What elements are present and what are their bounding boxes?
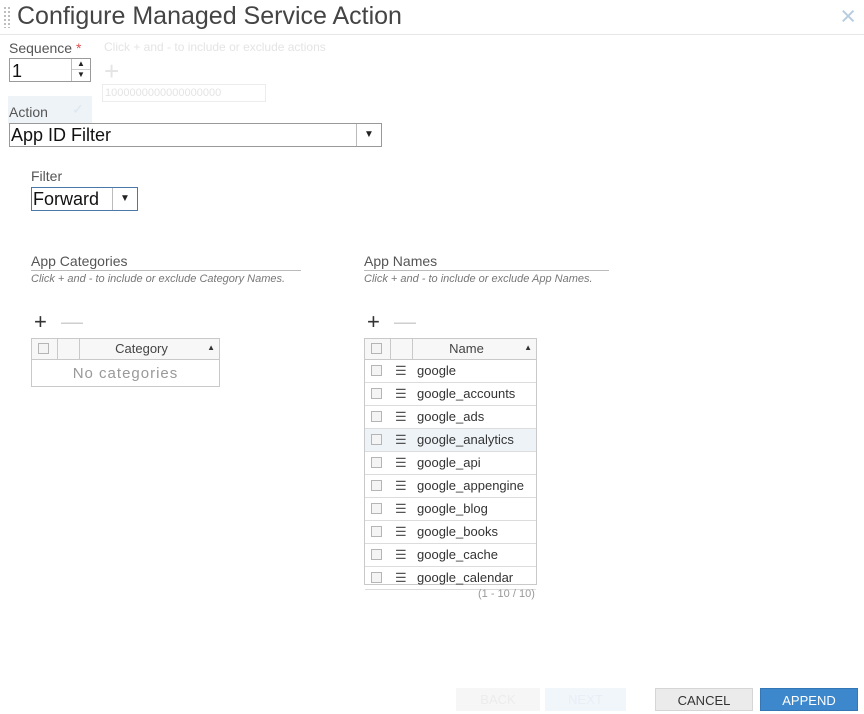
filter-label: Filter [31, 168, 63, 184]
app-name-cell: google_blog [417, 501, 488, 516]
drag-column-header [58, 339, 80, 359]
app-names-rows: ☰ google ☰ google_accounts ☰ google_ads ☰ googl… [365, 360, 536, 590]
drag-handle-icon[interactable]: ☰ [395, 433, 407, 446]
stepper-down-icon[interactable]: ▼ [72, 70, 90, 81]
select-all-checkbox[interactable] [38, 343, 49, 354]
app-name-cell: google_api [417, 455, 481, 470]
table-row[interactable]: ☰ google_calendar [365, 567, 536, 590]
drag-handle-icon[interactable]: ☰ [395, 479, 407, 492]
select-all-cell [365, 339, 391, 359]
remove-category-icon[interactable]: — [61, 311, 83, 333]
chevron-down-icon[interactable]: ▼ [112, 188, 137, 210]
drag-handle-icon[interactable]: ☰ [395, 525, 407, 538]
chevron-down-icon[interactable]: ▼ [356, 124, 381, 146]
sequence-label: Sequence * [9, 40, 81, 56]
row-checkbox[interactable] [371, 365, 382, 376]
add-app-name-icon[interactable]: + [367, 311, 380, 333]
filter-value: Forward [33, 189, 100, 209]
required-icon: * [75, 40, 82, 56]
table-row[interactable]: ☰ google_api [365, 452, 536, 475]
select-all-checkbox[interactable] [371, 343, 382, 354]
drag-handle-icon[interactable]: ☰ [395, 456, 407, 469]
drag-handle-icon[interactable]: ☰ [395, 387, 407, 400]
next-button[interactable]: NEXT [545, 688, 626, 711]
app-categories-hint: Click + and - to include or exclude Cate… [31, 273, 286, 285]
name-column-header[interactable]: Name [413, 341, 520, 356]
sequence-value[interactable]: 1 [12, 61, 22, 82]
background-check-icon: ✓ [72, 101, 84, 117]
app-name-cell: google_ads [417, 409, 485, 424]
action-label: Action [9, 104, 48, 120]
close-icon[interactable]: × [840, 3, 856, 30]
sequence-stepper[interactable]: 1 ▲ ▼ [9, 58, 91, 82]
action-value: App ID Filter [11, 125, 112, 145]
drag-handle-icon[interactable]: ☰ [395, 364, 407, 377]
app-name-cell: google_appengine [417, 478, 524, 493]
app-names-hint: Click + and - to include or exclude App … [364, 273, 593, 285]
drag-handle-icon[interactable] [3, 6, 11, 28]
table-row[interactable]: ☰ google_ads [365, 406, 536, 429]
sort-ascending-icon[interactable]: ▲ [524, 343, 532, 352]
remove-app-name-icon[interactable]: — [394, 311, 416, 333]
app-name-cell: google_books [417, 524, 498, 539]
dialog-title: Configure Managed Service Action [17, 2, 402, 30]
app-name-cell: google_analytics [417, 432, 514, 447]
table-row[interactable]: ☰ google_appengine [365, 475, 536, 498]
app-names-title: App Names [364, 253, 609, 271]
background-add-icon: + [104, 56, 120, 86]
cancel-button[interactable]: CANCEL [655, 688, 753, 711]
app-name-cell: google_accounts [417, 386, 516, 401]
category-column-header[interactable]: Category [80, 341, 203, 356]
filter-select[interactable]: Forward ▼ [31, 187, 138, 211]
row-checkbox[interactable] [371, 503, 382, 514]
stepper-buttons: ▲ ▼ [71, 59, 90, 81]
row-checkbox[interactable] [371, 457, 382, 468]
drag-handle-icon[interactable]: ☰ [395, 548, 407, 561]
categories-grid-header: Category ▲ [32, 339, 219, 360]
categories-grid: Category ▲ No categories [31, 338, 220, 387]
drag-handle-icon[interactable]: ☰ [395, 571, 407, 584]
app-categories-title: App Categories [31, 253, 301, 271]
app-name-cell: google [417, 363, 457, 378]
app-name-cell: google_calendar [417, 570, 514, 585]
table-row[interactable]: ☰ google [365, 360, 536, 383]
table-row[interactable]: ☰ google_accounts [365, 383, 536, 406]
drag-column-header [391, 339, 413, 359]
row-checkbox[interactable] [371, 526, 382, 537]
drag-handle-icon[interactable]: ☰ [395, 410, 407, 423]
sequence-label-text: Sequence [9, 40, 73, 56]
select-all-cell [32, 339, 58, 359]
app-names-grid: Name ▲ ☰ google ☰ google_accounts ☰ google_ad… [364, 338, 537, 590]
background-field: 1000000000000000000 [102, 84, 266, 102]
app-name-cell: google_cache [417, 547, 498, 562]
row-checkbox[interactable] [371, 572, 382, 583]
add-category-icon[interactable]: + [34, 311, 47, 333]
pagination-info: (1 - 10 / 10) [478, 588, 535, 600]
back-button[interactable]: BACK [456, 688, 540, 711]
row-checkbox[interactable] [371, 388, 382, 399]
row-checkbox[interactable] [371, 549, 382, 560]
stepper-up-icon[interactable]: ▲ [72, 59, 90, 70]
table-row[interactable]: ☰ google_cache [365, 544, 536, 567]
table-row[interactable]: ☰ google_books [365, 521, 536, 544]
drag-handle-icon[interactable]: ☰ [395, 502, 407, 515]
row-checkbox[interactable] [371, 480, 382, 491]
table-row[interactable]: ☰ google_analytics [365, 429, 536, 452]
row-checkbox[interactable] [371, 411, 382, 422]
background-hint: Click + and - to include or exclude acti… [104, 40, 326, 54]
table-row[interactable]: ☰ google_blog [365, 498, 536, 521]
no-categories-message: No categories [72, 365, 179, 382]
action-select[interactable]: App ID Filter ▼ [9, 123, 382, 147]
header-divider [0, 34, 864, 35]
sort-ascending-icon[interactable]: ▲ [207, 343, 215, 352]
app-names-grid-header: Name ▲ [365, 339, 536, 360]
append-button[interactable]: APPEND [760, 688, 858, 711]
row-checkbox[interactable] [371, 434, 382, 445]
